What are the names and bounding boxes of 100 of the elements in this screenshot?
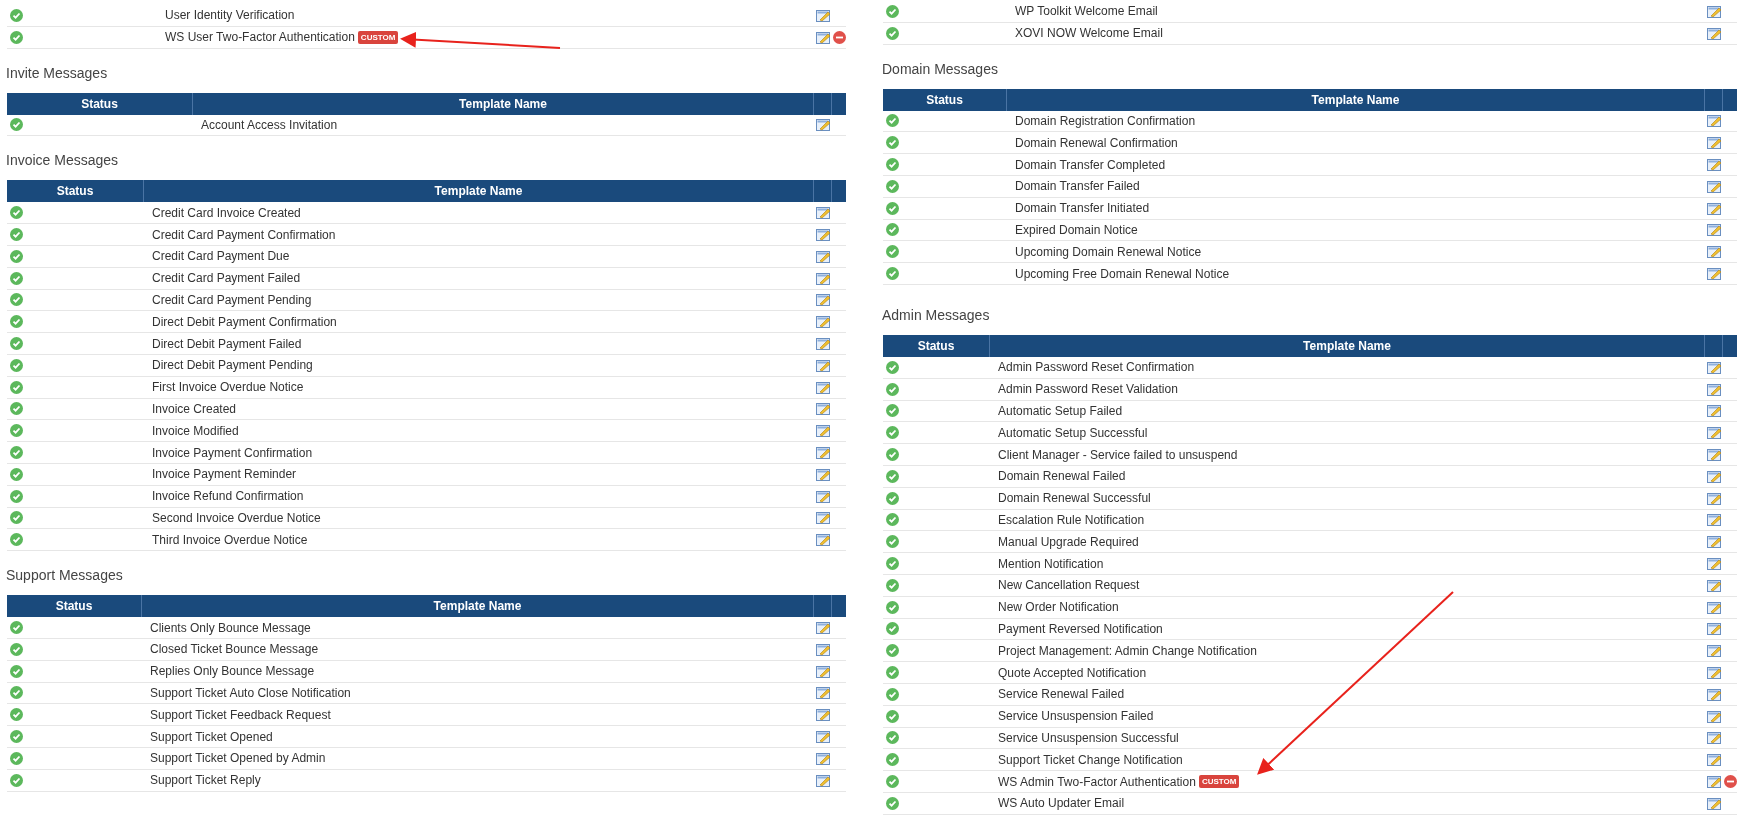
edit-icon[interactable] xyxy=(1706,666,1722,679)
edit-icon[interactable] xyxy=(1706,622,1722,636)
template-name: Credit Card Payment Failed xyxy=(152,270,301,288)
edit-icon[interactable] xyxy=(1706,26,1722,40)
edit-icon[interactable] xyxy=(1706,513,1722,527)
edit-icon[interactable] xyxy=(1706,267,1722,281)
template-name: Invoice Refund Confirmation xyxy=(152,488,304,506)
edit-icon[interactable] xyxy=(815,315,831,329)
edit-icon[interactable] xyxy=(815,686,831,700)
template-name: Upcoming Free Domain Renewal Notice xyxy=(1015,265,1230,283)
template-name: Support Ticket Reply xyxy=(150,772,261,790)
template-name: Invoice Payment Confirmation xyxy=(152,444,313,462)
edit-icon[interactable] xyxy=(815,293,831,307)
template-name: Domain Transfer Failed xyxy=(1015,178,1140,196)
template-name: Manual Upgrade Required xyxy=(998,533,1139,551)
edit-icon[interactable] xyxy=(1706,4,1722,18)
column-header: Status xyxy=(7,595,142,618)
edit-icon[interactable] xyxy=(1706,796,1722,810)
edit-icon[interactable] xyxy=(815,424,831,438)
edit-icon[interactable] xyxy=(815,337,831,351)
edit-icon[interactable] xyxy=(815,730,831,743)
template-name: Mention Notification xyxy=(998,555,1104,573)
column-header: Template Name xyxy=(142,595,814,618)
template-name: Support Ticket Change Notification xyxy=(998,751,1183,769)
edit-icon[interactable] xyxy=(1706,600,1722,614)
edit-icon[interactable] xyxy=(1706,687,1722,701)
template-name: Payment Reversed Notification xyxy=(998,620,1163,638)
custom-badge: CUSTOM xyxy=(1198,775,1240,788)
edit-icon[interactable] xyxy=(815,664,831,678)
template-name: Direct Debit Payment Confirmation xyxy=(152,313,337,331)
template-name: Direct Debit Payment Pending xyxy=(152,357,313,375)
template-name: Invoice Payment Reminder xyxy=(152,466,297,484)
edit-icon[interactable] xyxy=(1706,753,1722,767)
edit-icon[interactable] xyxy=(1706,775,1722,788)
edit-icon[interactable] xyxy=(1706,114,1722,128)
template-name: WP Toolkit Welcome Email xyxy=(1015,3,1158,21)
edit-icon[interactable] xyxy=(815,271,831,285)
column-header: Template Name xyxy=(193,92,814,115)
edit-icon[interactable] xyxy=(1706,382,1722,396)
template-name: Direct Debit Payment Failed xyxy=(152,335,302,353)
edit-icon[interactable] xyxy=(1706,404,1722,418)
edit-icon[interactable] xyxy=(1706,709,1722,723)
edit-icon[interactable] xyxy=(815,358,831,372)
edit-icon[interactable] xyxy=(1706,578,1722,592)
edit-icon[interactable] xyxy=(815,708,831,722)
edit-icon[interactable] xyxy=(815,489,831,503)
edit-icon[interactable] xyxy=(815,621,831,635)
edit-icon[interactable] xyxy=(1706,469,1722,483)
delete-icon[interactable] xyxy=(1723,775,1737,788)
edit-icon[interactable] xyxy=(1706,179,1722,193)
template-name: Quote Accepted Notification xyxy=(998,664,1147,682)
template-name: Closed Ticket Bounce Message xyxy=(150,641,319,659)
template-name: Admin Password Reset Confirmation xyxy=(998,359,1195,377)
edit-icon[interactable] xyxy=(815,380,831,394)
column-header: Template Name xyxy=(144,180,814,203)
edit-icon[interactable] xyxy=(1706,426,1722,440)
edit-icon[interactable] xyxy=(1706,201,1722,215)
template-name: Support Ticket Opened xyxy=(150,728,273,746)
edit-icon[interactable] xyxy=(1706,245,1722,259)
template-name: WS Auto Updater Email xyxy=(998,795,1125,813)
delete-icon[interactable] xyxy=(832,30,846,44)
column-header: Status xyxy=(7,180,144,203)
template-name: Project Management: Admin Change Notification xyxy=(998,642,1257,660)
edit-icon[interactable] xyxy=(815,642,831,656)
edit-icon[interactable] xyxy=(815,511,831,525)
template-name: Client Manager - Service failed to unsuspend xyxy=(998,446,1238,464)
edit-icon[interactable] xyxy=(1706,223,1722,237)
edit-icon[interactable] xyxy=(1706,360,1722,374)
edit-icon[interactable] xyxy=(1706,535,1722,549)
edit-icon[interactable] xyxy=(815,30,831,44)
template-name: XOVI NOW Welcome Email xyxy=(1015,25,1163,43)
edit-icon[interactable] xyxy=(1706,557,1722,571)
edit-icon[interactable] xyxy=(815,8,831,22)
edit-icon[interactable] xyxy=(815,118,831,132)
template-name: Support Ticket Opened by Admin xyxy=(150,750,326,768)
section-title: Invite Messages xyxy=(5,63,109,83)
template-name: Replies Only Bounce Message xyxy=(150,663,315,681)
column-header: Template Name xyxy=(990,334,1705,357)
template-name: Credit Card Payment Confirmation xyxy=(152,226,336,244)
template-name: Domain Transfer Completed xyxy=(1015,156,1166,174)
section-title: Admin Messages xyxy=(881,305,991,325)
template-name: Third Invoice Overdue Notice xyxy=(152,531,308,549)
edit-icon[interactable] xyxy=(815,533,831,547)
edit-icon[interactable] xyxy=(815,467,831,481)
edit-icon[interactable] xyxy=(815,773,831,787)
edit-icon[interactable] xyxy=(815,228,831,242)
edit-icon[interactable] xyxy=(1706,731,1722,745)
edit-icon[interactable] xyxy=(815,249,831,263)
template-name: WS Admin Two-Factor Authentication xyxy=(998,773,1196,791)
edit-icon[interactable] xyxy=(815,206,831,220)
edit-icon[interactable] xyxy=(815,751,831,765)
edit-icon[interactable] xyxy=(1706,448,1722,462)
edit-icon[interactable] xyxy=(1706,136,1722,150)
template-name: Clients Only Bounce Message xyxy=(150,619,311,637)
section-title: Support Messages xyxy=(5,566,124,586)
edit-icon[interactable] xyxy=(1706,644,1722,658)
edit-icon[interactable] xyxy=(1706,158,1722,172)
edit-icon[interactable] xyxy=(815,402,831,416)
edit-icon[interactable] xyxy=(1706,491,1722,505)
edit-icon[interactable] xyxy=(815,446,831,460)
